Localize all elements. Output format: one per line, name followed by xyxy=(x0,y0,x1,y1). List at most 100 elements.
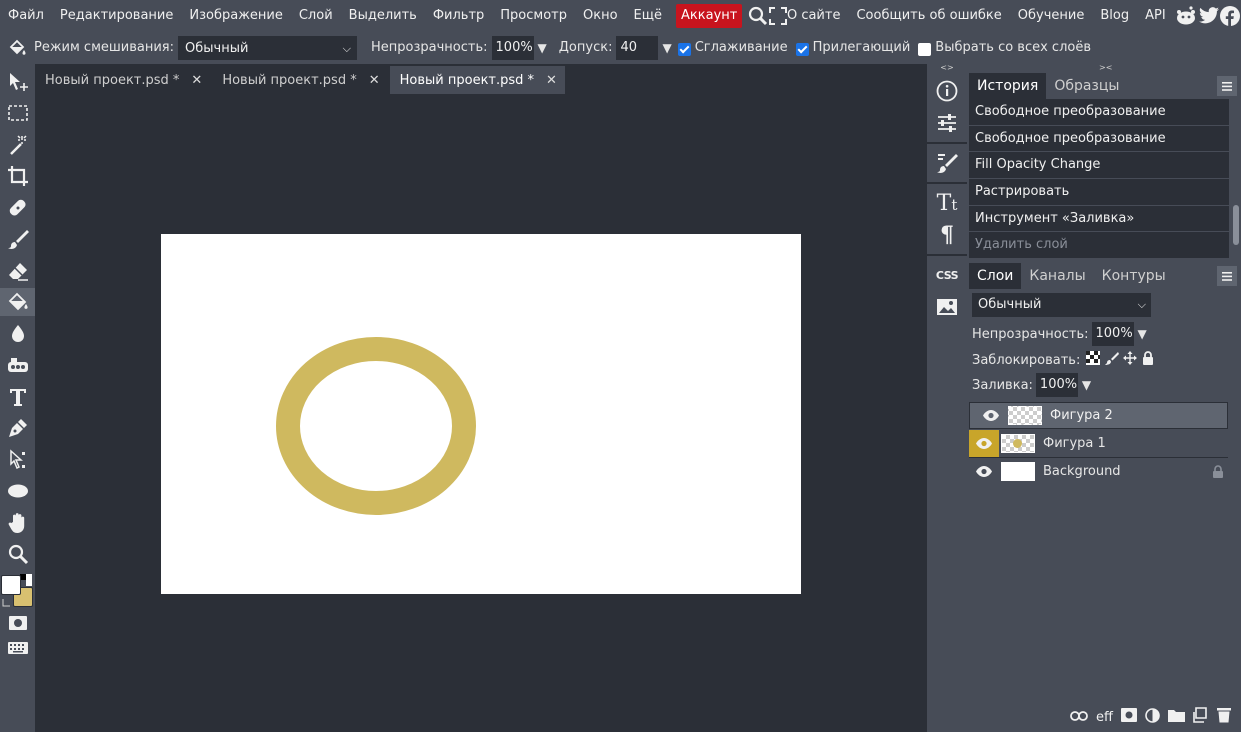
twitter-icon[interactable] xyxy=(1198,0,1219,31)
tab-swatches[interactable]: Образцы xyxy=(1046,73,1127,99)
delete-layer-icon[interactable] xyxy=(1217,707,1231,727)
collapse-arrows-icon[interactable]: >< xyxy=(1099,64,1113,72)
adjustment-layer-icon[interactable] xyxy=(1145,707,1160,727)
menu-blog[interactable]: Blog xyxy=(1092,0,1137,31)
link-layers-icon[interactable] xyxy=(1070,710,1088,725)
eye-icon[interactable] xyxy=(969,458,999,485)
character-icon[interactable]: Tt xyxy=(927,188,967,218)
eye-icon[interactable] xyxy=(976,402,1006,429)
tolerance-input[interactable]: 40 xyxy=(616,35,659,60)
magic-wand-tool-icon[interactable] xyxy=(0,131,35,159)
blur-tool-icon[interactable] xyxy=(0,320,35,348)
text-tool-icon[interactable] xyxy=(0,383,35,411)
move-tool-icon[interactable] xyxy=(0,68,35,96)
history-menu-icon[interactable] xyxy=(1217,76,1237,96)
doc-tab-1[interactable]: Новый проект.psd * ✕ xyxy=(35,66,211,94)
color-swatches xyxy=(0,572,35,610)
adjustments-icon[interactable] xyxy=(927,108,967,138)
menu-view[interactable]: Просмотр xyxy=(492,0,575,31)
opacity-dropdown-icon[interactable]: ▼ xyxy=(538,41,547,55)
reddit-icon[interactable] xyxy=(1174,0,1198,31)
strip-divider xyxy=(927,182,967,184)
menu-layer[interactable]: Слой xyxy=(291,0,341,31)
doc-tab-3[interactable]: Новый проект.psd * ✕ xyxy=(389,66,565,94)
menu-learn[interactable]: Обучение xyxy=(1010,0,1093,31)
menu-api[interactable]: API xyxy=(1137,0,1174,31)
menu-file[interactable]: Файл xyxy=(0,0,52,31)
layer-mask-icon[interactable] xyxy=(1121,708,1137,726)
menu-window[interactable]: Окно xyxy=(575,0,626,31)
tab-paths[interactable]: Контуры xyxy=(1094,263,1174,289)
healing-brush-tool-icon[interactable] xyxy=(0,194,35,222)
doc-tab-2[interactable]: Новый проект.psd * ✕ xyxy=(212,66,388,94)
path-select-tool-icon[interactable] xyxy=(0,446,35,474)
new-layer-icon[interactable] xyxy=(1193,707,1209,727)
image-icon[interactable] xyxy=(927,292,967,322)
clone-stamp-tool-icon[interactable] xyxy=(0,351,35,379)
account-button[interactable]: Аккаунт xyxy=(676,3,743,28)
history-item[interactable]: Удалить слой xyxy=(969,232,1229,259)
history-item[interactable]: Инструмент «Заливка» xyxy=(969,205,1229,233)
swap-colors-icon[interactable] xyxy=(20,574,32,586)
canvas-artwork xyxy=(276,337,476,515)
opacity-input[interactable]: 100% xyxy=(491,35,534,60)
zoom-tool-icon[interactable] xyxy=(0,540,35,568)
history-item[interactable]: Fill Opacity Change xyxy=(969,152,1229,180)
ellipse-tool-icon[interactable] xyxy=(0,477,35,505)
crop-tool-icon[interactable] xyxy=(0,162,35,190)
brush-settings-icon[interactable] xyxy=(927,148,967,178)
eraser-tool-icon[interactable] xyxy=(0,257,35,285)
layer-row[interactable]: Фигура 2 xyxy=(969,402,1228,429)
menu-filter[interactable]: Фильтр xyxy=(425,0,492,31)
reset-colors-icon[interactable] xyxy=(1,597,11,607)
tolerance-dropdown-icon[interactable]: ▼ xyxy=(662,41,671,55)
marquee-tool-icon[interactable] xyxy=(0,99,35,127)
history-scrollbar[interactable] xyxy=(1233,205,1239,245)
tab-history[interactable]: История xyxy=(969,73,1047,99)
layer-name: Background xyxy=(1043,464,1121,479)
menu-more[interactable]: Ещё xyxy=(626,0,670,31)
menu-select[interactable]: Выделить xyxy=(341,0,425,31)
image-canvas[interactable] xyxy=(161,234,801,594)
keyboard-icon[interactable] xyxy=(0,634,35,662)
paint-bucket-icon xyxy=(0,38,34,58)
collapse-arrows-icon[interactable]: <> xyxy=(927,64,967,72)
contiguous-checkbox[interactable] xyxy=(795,43,809,56)
history-item[interactable]: Свободное преобразование xyxy=(969,125,1229,153)
layer-effects-icon[interactable]: eff xyxy=(1096,710,1113,725)
document-tabs: Новый проект.psd * ✕ Новый проект.psd * … xyxy=(35,64,567,94)
history-item[interactable]: Растрировать xyxy=(969,179,1229,206)
layer-row[interactable]: Фигура 1 xyxy=(969,430,1228,457)
antialias-checkbox[interactable] xyxy=(677,43,691,56)
layers-menu-icon[interactable] xyxy=(1217,266,1237,286)
new-group-icon[interactable] xyxy=(1168,708,1185,726)
all-layers-checkbox[interactable] xyxy=(918,43,932,56)
brush-tool-icon[interactable] xyxy=(0,225,35,253)
css-icon[interactable]: CSS xyxy=(927,260,967,290)
facebook-icon[interactable] xyxy=(1220,0,1241,31)
quick-mask-icon[interactable] xyxy=(0,609,35,637)
paint-bucket-tool-icon[interactable] xyxy=(0,288,35,316)
menu-report-bug[interactable]: Сообщить об ошибке xyxy=(848,0,1009,31)
close-icon[interactable]: ✕ xyxy=(546,73,557,88)
blend-mode-select[interactable]: Обычный ⌵ xyxy=(178,35,358,60)
fullscreen-icon[interactable] xyxy=(768,0,787,31)
foreground-color-swatch[interactable] xyxy=(1,575,21,595)
pen-tool-icon[interactable] xyxy=(0,414,35,442)
paragraph-icon[interactable]: ¶ xyxy=(927,220,967,250)
doc-tab-label: Новый проект.psd * xyxy=(399,72,535,88)
eye-icon[interactable] xyxy=(969,430,999,457)
menu-about[interactable]: О сайте xyxy=(787,0,849,31)
contiguous-label: Прилегающий xyxy=(812,40,911,55)
layer-row[interactable]: Background xyxy=(969,458,1228,485)
menu-image[interactable]: Изображение xyxy=(181,0,290,31)
info-icon[interactable] xyxy=(927,76,967,106)
tab-channels[interactable]: Каналы xyxy=(1021,263,1093,289)
history-item[interactable]: Свободное преобразование xyxy=(969,99,1229,126)
hand-tool-icon[interactable] xyxy=(0,509,35,537)
menu-edit[interactable]: Редактирование xyxy=(52,0,181,31)
search-icon[interactable] xyxy=(748,0,768,31)
tab-layers[interactable]: Слои xyxy=(969,263,1022,289)
close-icon[interactable]: ✕ xyxy=(191,73,202,88)
close-icon[interactable]: ✕ xyxy=(369,73,380,88)
